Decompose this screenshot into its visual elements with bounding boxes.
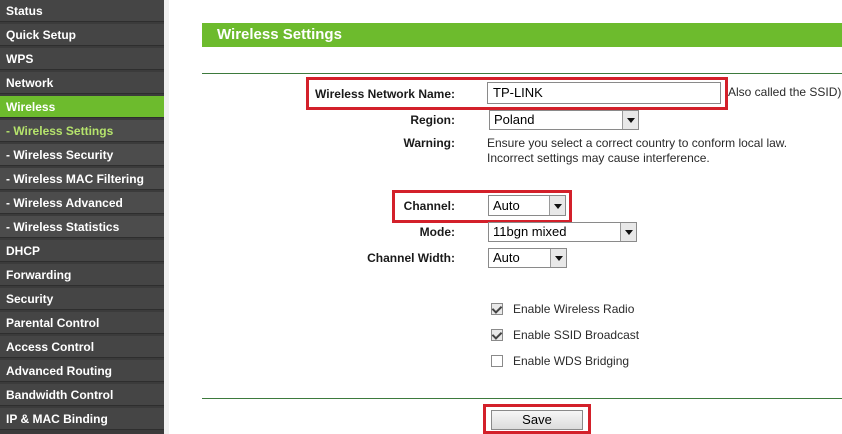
checkmark-icon	[491, 303, 503, 314]
sidebar-item-network[interactable]: Network	[0, 72, 164, 94]
chevron-down-icon	[622, 111, 638, 129]
page-title-bar: Wireless Settings	[202, 23, 842, 47]
sidebar-nav: Status Quick Setup WPS Network Wireless - Wir…	[0, 0, 165, 434]
channel-select[interactable]: Auto	[488, 195, 566, 216]
region-select-value: Poland	[494, 112, 535, 127]
mode-select-value: 11bgn mixed	[493, 224, 567, 239]
sidebar-item-wireless-settings[interactable]: - Wireless Settings	[0, 120, 164, 142]
enable-wds-bridging-label: Enable WDS Bridging	[513, 354, 630, 368]
channel-select-value: Auto	[493, 198, 520, 213]
mode-label: Mode:	[419, 225, 455, 239]
sidebar-item-bandwidth-control[interactable]: Bandwidth Control	[0, 384, 164, 406]
region-select[interactable]: Poland	[489, 110, 639, 130]
enable-wds-bridging-checkbox[interactable]	[491, 355, 503, 367]
sidebar-item-security[interactable]: Security	[0, 288, 164, 310]
warning-label: Warning:	[403, 136, 455, 150]
chevron-down-icon	[549, 196, 565, 215]
sidebar-item-forwarding[interactable]: Forwarding	[0, 264, 164, 286]
sidebar-item-quick-setup[interactable]: Quick Setup	[0, 24, 164, 46]
sidebar-item-advanced-routing[interactable]: Advanced Routing	[0, 360, 164, 382]
sidebar-item-ip-mac-binding[interactable]: IP & MAC Binding	[0, 408, 164, 430]
page-title: Wireless Settings	[217, 26, 342, 43]
channel-label: Channel:	[403, 199, 455, 213]
sidebar-item-wireless-security[interactable]: - Wireless Security	[0, 144, 164, 166]
sidebar-item-status[interactable]: Status	[0, 0, 164, 22]
enable-ssid-broadcast-label: Enable SSID Broadcast	[513, 328, 640, 342]
sidebar-item-parental-control[interactable]: Parental Control	[0, 312, 164, 334]
sidebar-divider	[164, 0, 169, 434]
sidebar-item-dhcp[interactable]: DHCP	[0, 240, 164, 262]
save-button[interactable]: Save	[491, 410, 583, 430]
sidebar-item-wps[interactable]: WPS	[0, 48, 164, 70]
network-name-label: Wireless Network Name:	[315, 87, 455, 101]
bottom-divider	[202, 398, 842, 399]
chevron-down-icon	[550, 249, 566, 267]
sidebar-item-wireless-statistics[interactable]: - Wireless Statistics	[0, 216, 164, 238]
enable-wireless-radio-label: Enable Wireless Radio	[513, 302, 635, 316]
channel-width-select-value: Auto	[493, 250, 520, 265]
enable-ssid-broadcast-checkbox[interactable]	[491, 329, 503, 341]
top-divider	[202, 73, 842, 74]
sidebar-item-wireless-advanced[interactable]: - Wireless Advanced	[0, 192, 164, 214]
channel-width-label: Channel Width:	[367, 251, 455, 265]
enable-wireless-radio-checkbox[interactable]	[491, 303, 503, 315]
sidebar-item-wireless-mac-filtering[interactable]: - Wireless MAC Filtering	[0, 168, 164, 190]
chevron-down-icon	[620, 223, 636, 241]
checkmark-icon	[491, 329, 503, 340]
region-label: Region:	[410, 113, 455, 127]
ssid-input[interactable]: TP-LINK	[487, 82, 721, 104]
warning-text-line1: Ensure you select a correct country to c…	[487, 136, 788, 150]
sidebar-item-wireless[interactable]: Wireless	[0, 96, 164, 118]
channel-width-select[interactable]: Auto	[488, 248, 567, 268]
warning-text-line2: Incorrect settings may cause interferenc…	[487, 151, 710, 165]
sidebar-item-access-control[interactable]: Access Control	[0, 336, 164, 358]
ssid-hint: Also called the SSID)	[728, 85, 842, 99]
mode-select[interactable]: 11bgn mixed	[488, 222, 637, 242]
